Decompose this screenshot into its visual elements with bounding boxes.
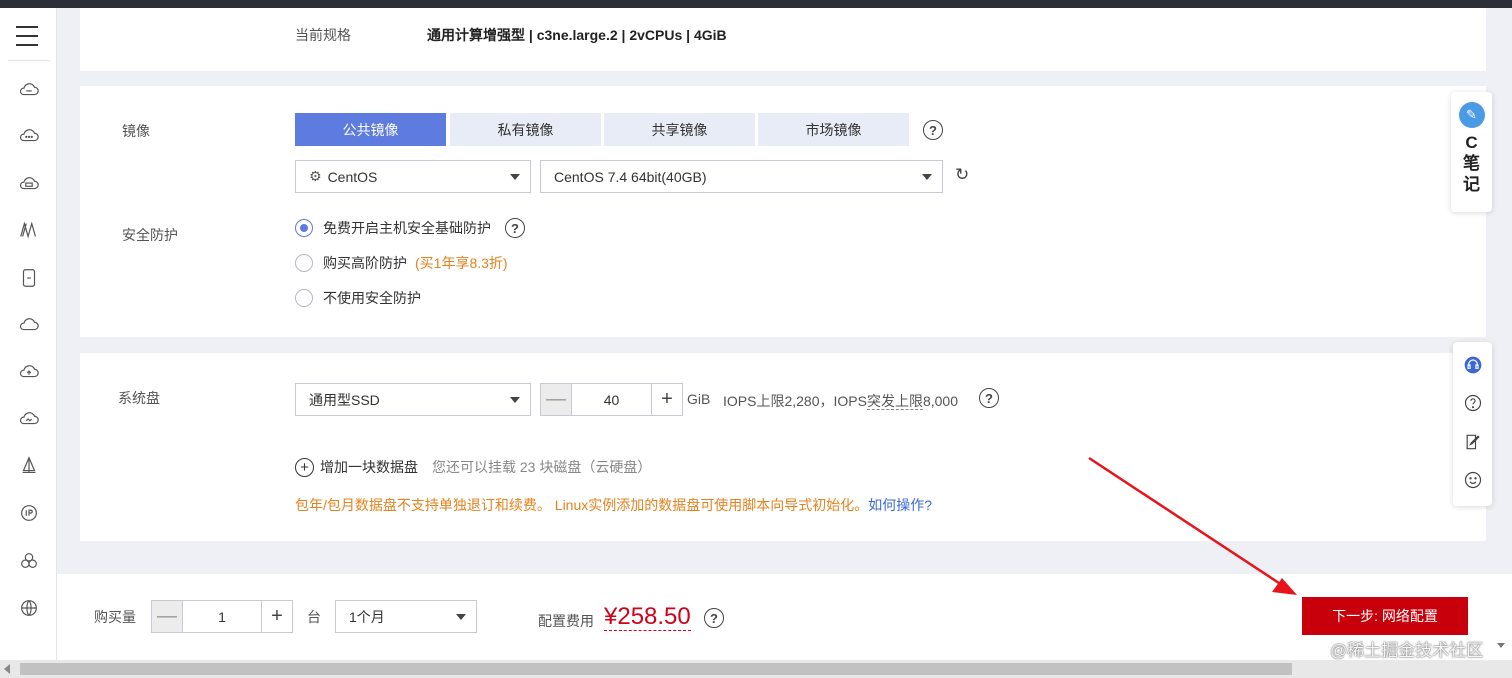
note-label: C笔记: [1463, 133, 1480, 194]
price-value[interactable]: ¥258.50: [604, 603, 691, 631]
tab-public-image[interactable]: 公共镜像: [295, 113, 446, 146]
fee-label: 配置费用: [538, 613, 594, 629]
security-option-advanced[interactable]: 购买高阶防护 (买1年享8.3折): [295, 253, 508, 273]
tab-market-image[interactable]: 市场镜像: [758, 113, 909, 146]
os-select-value: CentOS: [327, 168, 378, 185]
radio-button[interactable]: [295, 289, 313, 307]
security-option-basic[interactable]: 免费开启主机安全基础防护 ?: [295, 218, 525, 238]
chevron-down-icon: [922, 174, 932, 180]
tab-private-image[interactable]: 私有镜像: [450, 113, 601, 146]
sidebar-divider: [8, 60, 50, 61]
cluster-icon[interactable]: [17, 549, 41, 573]
refresh-icon[interactable]: ↻: [955, 165, 969, 185]
quantity-unit: 台: [307, 609, 321, 625]
disk-type-select[interactable]: 通用型SSD: [295, 383, 531, 416]
tab-shared-image[interactable]: 共享镜像: [604, 113, 755, 146]
warning-text: 包年/包月数据盘不支持单独退订和续费。 Linux实例添加的数据盘可使用脚本向导…: [295, 497, 869, 513]
chevron-down-icon: [510, 397, 520, 403]
quantity-value[interactable]: 1: [183, 601, 261, 632]
os-select[interactable]: ⚙ CentOS: [295, 160, 531, 193]
disk-card: 系统盘 通用型SSD — 40 + GiB IOPS上限2,280，IOPS突发…: [80, 353, 1486, 541]
cloud-icon[interactable]: [17, 313, 41, 337]
image-help-icon[interactable]: ?: [923, 120, 943, 140]
image-label: 镜像: [122, 123, 150, 139]
next-network-config-button[interactable]: 下一步: 网络配置: [1302, 597, 1468, 635]
help-tools-widget: [1453, 342, 1492, 506]
purchase-bar: 购买量 — 1 + 台 1个月 配置费用 ¥258.50 ? 下一步: 网络配置: [57, 574, 1512, 660]
add-disk-hint: 您还可以挂载 23 块磁盘（云硬盘）: [432, 459, 652, 475]
scroll-left-icon[interactable]: [4, 664, 10, 674]
increment-button[interactable]: +: [651, 384, 682, 415]
security-option-none[interactable]: 不使用安全防护: [295, 288, 421, 308]
cloud-server-icon[interactable]: [17, 78, 41, 102]
scroll-down-icon[interactable]: [1497, 643, 1505, 648]
help-icon[interactable]: [1462, 392, 1484, 414]
disk-warning: 包年/包月数据盘不支持单独退订和续费。 Linux实例添加的数据盘可使用脚本向导…: [295, 495, 932, 515]
security-option-label: 免费开启主机安全基础防护: [323, 220, 491, 236]
how-to-link[interactable]: 如何操作?: [868, 497, 932, 513]
cloud-monitor-icon[interactable]: [17, 407, 41, 431]
radio-button[interactable]: [295, 219, 313, 237]
spec-value: 通用计算增强型 | c3ne.large.2 | 2vCPUs | 4GiB: [427, 27, 727, 43]
note-logo-icon: ✎: [1458, 102, 1485, 128]
scrollbar-thumb[interactable]: [20, 663, 1292, 675]
radio-button[interactable]: [295, 254, 313, 272]
decrement-button[interactable]: —: [152, 601, 183, 632]
decrement-button[interactable]: —: [541, 384, 572, 415]
version-select-value: CentOS 7.4 64bit(40GB): [554, 168, 707, 185]
network-icon[interactable]: [17, 218, 41, 242]
cloud-storage-icon[interactable]: [17, 172, 41, 196]
chevron-down-icon: [510, 174, 520, 180]
version-select[interactable]: CentOS 7.4 64bit(40GB): [540, 160, 943, 193]
mobile-icon[interactable]: [17, 266, 41, 290]
disk-unit: GiB: [687, 391, 711, 407]
menu-icon[interactable]: [16, 26, 38, 46]
security-option-label: 不使用安全防护: [323, 290, 421, 306]
iops-burst-label[interactable]: 突发上限: [866, 393, 923, 410]
iops-prefix: IOPS上限2,280，IOPS: [723, 393, 867, 409]
ip-icon[interactable]: [17, 501, 41, 525]
chevron-down-icon: [456, 614, 466, 620]
edit-note-icon[interactable]: [1462, 431, 1484, 453]
gear-icon: ⚙: [309, 168, 322, 184]
globe-icon[interactable]: [17, 596, 41, 620]
disk-help-icon[interactable]: ?: [979, 388, 999, 408]
iops-suffix: 8,000: [922, 393, 958, 409]
spec-card: 当前规格 通用计算增强型 | c3ne.large.2 | 2vCPUs | 4…: [80, 8, 1486, 71]
security-option-label: 购买高阶防护: [323, 255, 407, 271]
spec-label: 当前规格: [295, 27, 351, 43]
add-disk-label: 增加一块数据盘: [320, 459, 418, 475]
duration-value: 1个月: [349, 608, 385, 625]
disk-label: 系统盘: [118, 390, 160, 406]
horizontal-scrollbar[interactable]: [0, 660, 1512, 678]
promo-text: (买1年享8.3折): [415, 255, 508, 271]
image-card: 镜像 公共镜像 私有镜像 共享镜像 市场镜像 ? ⚙ CentOS CentOS…: [80, 86, 1486, 337]
left-sidebar: [0, 8, 57, 660]
plus-circle-icon: +: [295, 457, 314, 477]
sail-icon[interactable]: [17, 454, 41, 478]
cloud-upload-icon[interactable]: [17, 360, 41, 384]
feedback-smile-icon[interactable]: [1462, 469, 1484, 491]
security-help-icon[interactable]: ?: [505, 218, 525, 238]
security-label: 安全防护: [122, 227, 178, 243]
cloud-container-icon[interactable]: [17, 124, 41, 148]
price-help-icon[interactable]: ?: [704, 608, 724, 628]
top-bar: [0, 0, 1512, 8]
add-data-disk-button[interactable]: + 增加一块数据盘 您还可以挂载 23 块磁盘（云硬盘）: [295, 457, 651, 477]
disk-type-value: 通用型SSD: [309, 391, 380, 408]
watermark-text: @稀土掘金技术社区: [1330, 641, 1484, 660]
disk-size-stepper[interactable]: — 40 +: [540, 383, 683, 416]
duration-select[interactable]: 1个月: [335, 600, 477, 633]
increment-button[interactable]: +: [261, 601, 292, 632]
disk-size-value[interactable]: 40: [572, 384, 651, 415]
quantity-stepper[interactable]: — 1 +: [151, 600, 293, 633]
customer-service-icon[interactable]: [1462, 354, 1484, 376]
c-note-widget[interactable]: ✎ C笔记: [1451, 92, 1492, 212]
quantity-label: 购买量: [94, 609, 136, 625]
iops-info: IOPS上限2,280，IOPS突发上限8,000: [723, 391, 958, 411]
